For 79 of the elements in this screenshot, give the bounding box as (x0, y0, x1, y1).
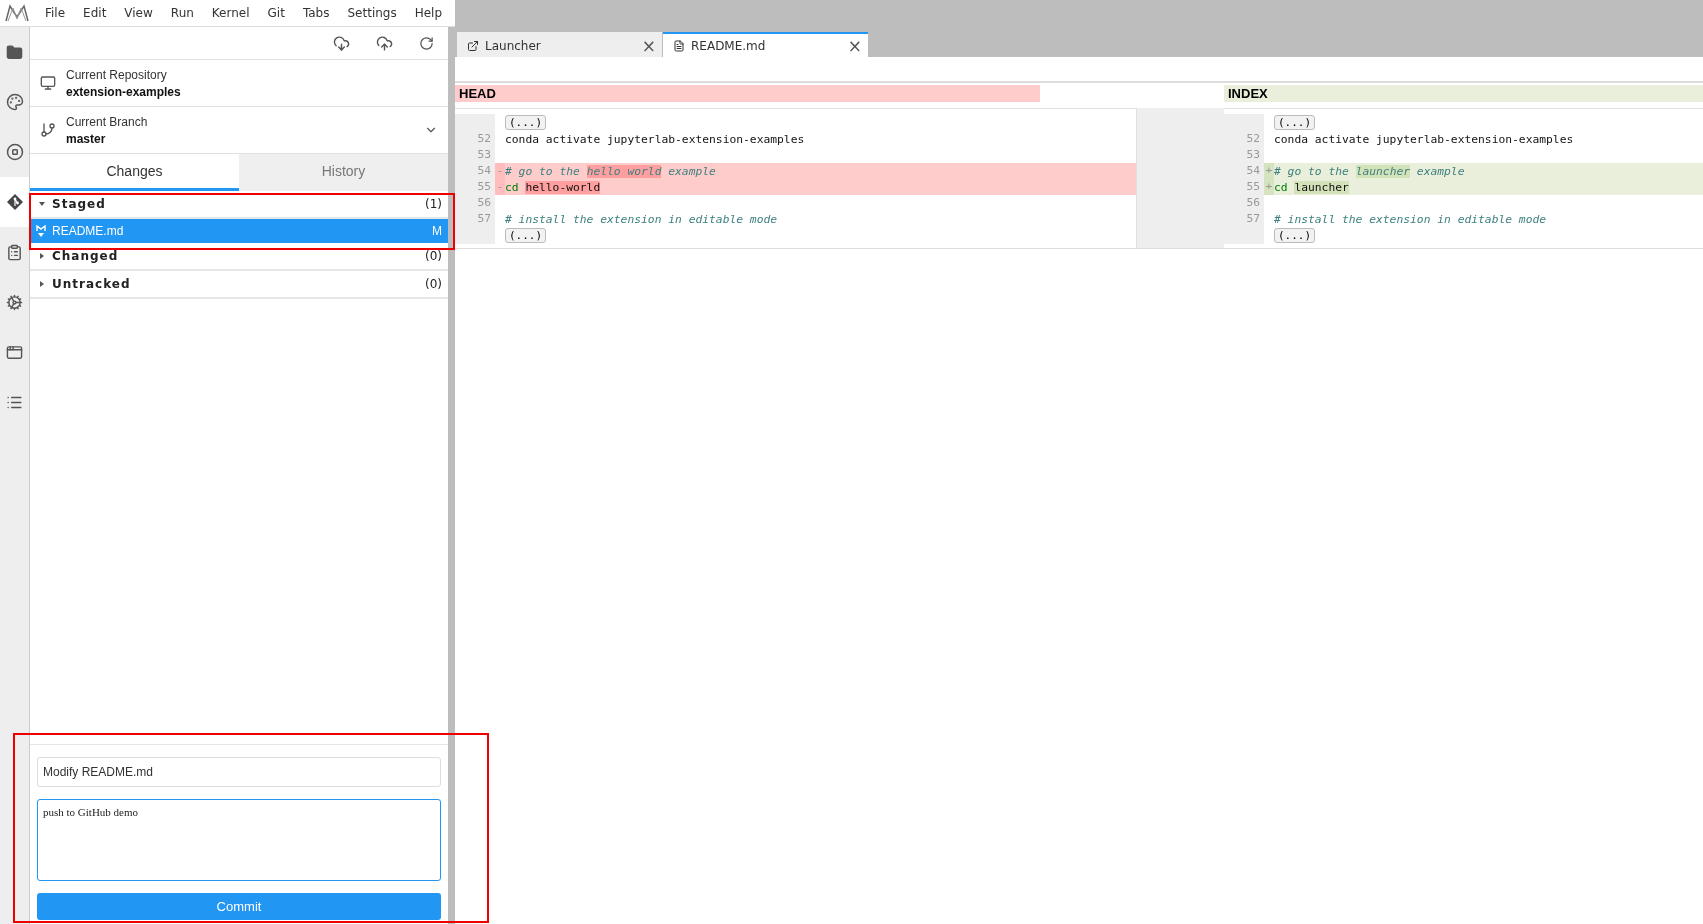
palette-icon (5, 93, 24, 111)
close-tab[interactable]: × (847, 35, 862, 56)
file-name: README.md (52, 224, 125, 238)
section-title: Staged (52, 197, 107, 211)
line-number: 57 (1224, 211, 1264, 227)
line-number: 55 (1224, 179, 1264, 195)
branch-icon (40, 122, 56, 138)
diff-pane-title: INDEX (1224, 85, 1703, 102)
code-text: conda activate jupyterlab-extension-examples (505, 132, 805, 146)
line-number: 52 (1224, 131, 1264, 147)
logo-icon (4, 3, 30, 23)
section-header[interactable]: Changed (0) (30, 243, 448, 271)
menu-item[interactable]: Git (258, 6, 294, 20)
summary-field[interactable]: Modify README.md (37, 757, 441, 787)
section-count: (0) (425, 249, 442, 263)
code-text: # go to the launcher example (1274, 164, 1465, 178)
menu-item[interactable]: Tabs (293, 6, 339, 20)
code-text: # go to the hello world example (505, 164, 716, 178)
fold-button[interactable]: (...) (505, 228, 547, 243)
line-number: 57 (455, 211, 495, 227)
panel-tab[interactable]: History (239, 154, 448, 191)
code-text: cd hello-world (505, 180, 601, 194)
menu-item[interactable]: Help (405, 6, 452, 20)
section-title: Untracked (52, 277, 132, 291)
launch-icon (467, 39, 479, 52)
close-tab[interactable]: × (641, 35, 656, 56)
line-number: 53 (1224, 147, 1264, 163)
refresh-icon[interactable] (419, 35, 434, 51)
menu-item[interactable]: Run (161, 6, 203, 20)
stop-icon (5, 143, 24, 161)
diff-marker: - (495, 163, 505, 179)
branch-name: master (66, 131, 107, 146)
section-count: (0) (425, 277, 442, 291)
section-title: Changed (52, 249, 120, 263)
file-icon (673, 39, 685, 52)
monitor-icon (40, 75, 56, 91)
menu-item[interactable]: Kernel (202, 6, 259, 20)
editor-tab[interactable]: Launcher × (457, 32, 662, 57)
diff-marker: + (1264, 179, 1274, 195)
editor-tab[interactable]: README.md × (663, 32, 868, 57)
git-icon (5, 193, 24, 211)
diff-pane-title: HEAD (455, 85, 1040, 102)
section-count: (1) (425, 197, 442, 211)
fold-button[interactable]: (...) (1274, 115, 1316, 130)
cogs-icon (6, 293, 23, 311)
menu-item[interactable]: File (36, 6, 75, 20)
menu-item[interactable]: View (115, 6, 162, 20)
fold-button[interactable]: (...) (505, 115, 547, 130)
line-gutter (455, 114, 495, 131)
repository-label: Current Repository (66, 67, 168, 82)
line-number: 56 (455, 195, 495, 211)
code-text: # install the extension in editable mode (1274, 212, 1547, 226)
line-number: 54 (455, 163, 495, 179)
clipboard-icon (6, 243, 23, 261)
push-icon[interactable] (376, 34, 393, 52)
code-text: cd launcher (1274, 180, 1349, 194)
folder-icon (6, 43, 23, 61)
line-number: 54 (1224, 163, 1264, 179)
markdown-icon (36, 224, 46, 238)
fold-button[interactable]: (...) (1274, 228, 1316, 243)
activity-tab[interactable] (0, 177, 29, 227)
code-text: # install the extension in editable mode (505, 212, 778, 226)
repository-name: extension-examples (66, 84, 182, 99)
window-icon (6, 343, 23, 361)
pull-icon[interactable] (333, 34, 350, 52)
code-text: conda activate jupyterlab-extension-examples (1274, 132, 1574, 146)
line-number: 56 (1224, 195, 1264, 211)
description-field[interactable]: push to GitHub demo (37, 799, 441, 881)
diff-marker: - (495, 179, 505, 195)
file-status: M (432, 224, 442, 238)
branch-label: Current Branch (66, 114, 149, 129)
menu-item[interactable]: Settings (338, 6, 406, 20)
diff-marker: + (1264, 163, 1274, 179)
line-gutter (455, 227, 495, 244)
line-number: 55 (455, 179, 495, 195)
menu-item[interactable]: Edit (74, 6, 116, 20)
line-number: 53 (455, 147, 495, 163)
line-number: 52 (455, 131, 495, 147)
section-header[interactable]: Untracked (0) (30, 271, 448, 299)
